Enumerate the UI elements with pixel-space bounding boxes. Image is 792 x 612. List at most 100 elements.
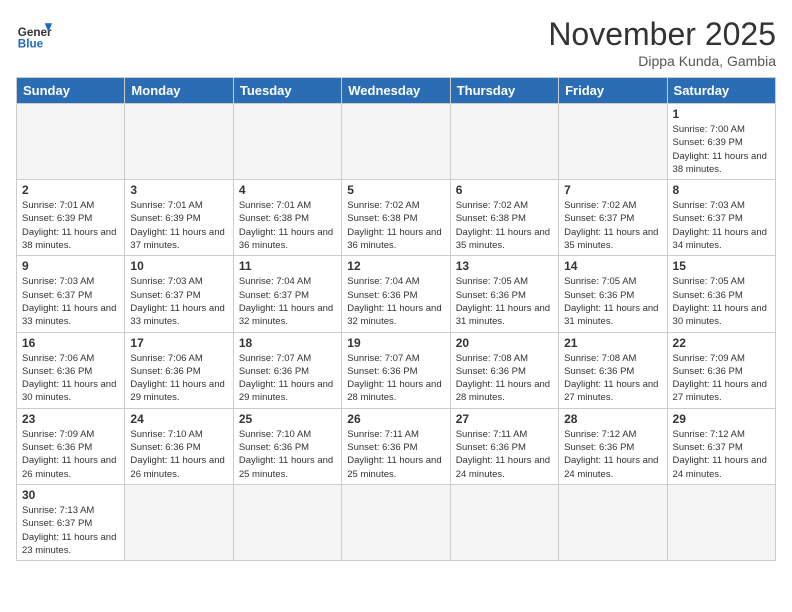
- day-number: 27: [456, 412, 553, 426]
- day-info: Sunrise: 7:10 AMSunset: 6:36 PMDaylight:…: [130, 428, 227, 481]
- table-row: 13 Sunrise: 7:05 AMSunset: 6:36 PMDayligh…: [450, 256, 558, 332]
- day-info: Sunrise: 7:11 AMSunset: 6:36 PMDaylight:…: [456, 428, 553, 481]
- table-row: [17, 104, 125, 180]
- table-row: [125, 484, 233, 560]
- table-row: [342, 484, 450, 560]
- table-row: 10Sunrise: 7:03 AMSunset: 6:37 PMDayligh…: [125, 256, 233, 332]
- header-saturday: Saturday: [667, 78, 775, 104]
- table-row: [125, 104, 233, 180]
- day-info: Sunrise: 7:07 AMSunset: 6:36 PMDaylight:…: [239, 352, 336, 405]
- table-row: 20 Sunrise: 7:08 AMSunset: 6:36 PMDayligh…: [450, 332, 558, 408]
- day-number: 15: [673, 259, 770, 273]
- day-number: 3: [130, 183, 227, 197]
- day-info: Sunrise: 7:02 AMSunset: 6:37 PMDaylight:…: [564, 199, 661, 252]
- day-number: 12: [347, 259, 444, 273]
- table-row: 25 Sunrise: 7:10 AMSunset: 6:36 PMDayligh…: [233, 408, 341, 484]
- table-row: 21 Sunrise: 7:08 AMSunset: 6:36 PMDayligh…: [559, 332, 667, 408]
- day-info: Sunrise: 7:12 AMSunset: 6:36 PMDaylight:…: [564, 428, 661, 481]
- day-number: 26: [347, 412, 444, 426]
- day-info: Sunrise: 7:05 AMSunset: 6:36 PMDaylight:…: [673, 275, 770, 328]
- table-row: 6 Sunrise: 7:02 AMSunset: 6:38 PMDaylight…: [450, 180, 558, 256]
- table-row: 3 Sunrise: 7:01 AMSunset: 6:39 PMDaylight…: [125, 180, 233, 256]
- table-row: 2Sunrise: 7:01 AMSunset: 6:39 PMDaylight…: [17, 180, 125, 256]
- day-info: Sunrise: 7:03 AMSunset: 6:37 PMDaylight:…: [673, 199, 770, 252]
- table-row: [450, 484, 558, 560]
- table-row: [233, 484, 341, 560]
- title-block: November 2025 Dippa Kunda, Gambia: [548, 16, 776, 69]
- table-row: 27 Sunrise: 7:11 AMSunset: 6:36 PMDayligh…: [450, 408, 558, 484]
- day-number: 5: [347, 183, 444, 197]
- table-row: 30Sunrise: 7:13 AMSunset: 6:37 PMDayligh…: [17, 484, 125, 560]
- table-row: 9Sunrise: 7:03 AMSunset: 6:37 PMDaylight…: [17, 256, 125, 332]
- day-number: 4: [239, 183, 336, 197]
- day-number: 17: [130, 336, 227, 350]
- day-number: 29: [673, 412, 770, 426]
- day-number: 21: [564, 336, 661, 350]
- day-number: 18: [239, 336, 336, 350]
- day-number: 9: [22, 259, 119, 273]
- table-row: [559, 104, 667, 180]
- day-info: Sunrise: 7:04 AMSunset: 6:37 PMDaylight:…: [239, 275, 336, 328]
- day-info: Sunrise: 7:09 AMSunset: 6:36 PMDaylight:…: [22, 428, 119, 481]
- logo-icon: General Blue: [16, 16, 52, 52]
- table-row: 4Sunrise: 7:01 AMSunset: 6:38 PMDaylight…: [233, 180, 341, 256]
- header-thursday: Thursday: [450, 78, 558, 104]
- day-number: 20: [456, 336, 553, 350]
- table-row: 29 Sunrise: 7:12 AMSunset: 6:37 PMDayligh…: [667, 408, 775, 484]
- table-row: 11 Sunrise: 7:04 AMSunset: 6:37 PMDayligh…: [233, 256, 341, 332]
- day-number: 2: [22, 183, 119, 197]
- table-row: 18 Sunrise: 7:07 AMSunset: 6:36 PMDayligh…: [233, 332, 341, 408]
- day-number: 28: [564, 412, 661, 426]
- table-row: [667, 484, 775, 560]
- day-number: 8: [673, 183, 770, 197]
- day-info: Sunrise: 7:07 AMSunset: 6:36 PMDaylight:…: [347, 352, 444, 405]
- day-info: Sunrise: 7:06 AMSunset: 6:36 PMDaylight:…: [130, 352, 227, 405]
- day-info: Sunrise: 7:09 AMSunset: 6:36 PMDaylight:…: [673, 352, 770, 405]
- table-row: 1 Sunrise: 7:00 AMSunset: 6:39 PMDaylight…: [667, 104, 775, 180]
- table-row: 17 Sunrise: 7:06 AMSunset: 6:36 PMDayligh…: [125, 332, 233, 408]
- table-row: 12 Sunrise: 7:04 AMSunset: 6:36 PMDayligh…: [342, 256, 450, 332]
- table-row: [342, 104, 450, 180]
- table-row: 26Sunrise: 7:11 AMSunset: 6:36 PMDayligh…: [342, 408, 450, 484]
- day-info: Sunrise: 7:08 AMSunset: 6:36 PMDaylight:…: [564, 352, 661, 405]
- day-info: Sunrise: 7:01 AMSunset: 6:39 PMDaylight:…: [130, 199, 227, 252]
- day-number: 1: [673, 107, 770, 121]
- day-info: Sunrise: 7:00 AMSunset: 6:39 PMDaylight:…: [673, 123, 770, 176]
- location: Dippa Kunda, Gambia: [548, 53, 776, 69]
- logo: General Blue: [16, 16, 52, 52]
- table-row: 23 Sunrise: 7:09 AMSunset: 6:36 PMDayligh…: [17, 408, 125, 484]
- day-info: Sunrise: 7:03 AMSunset: 6:37 PMDaylight:…: [130, 275, 227, 328]
- table-row: 8 Sunrise: 7:03 AMSunset: 6:37 PMDaylight…: [667, 180, 775, 256]
- month-title: November 2025: [548, 16, 776, 53]
- weekday-header-row: Sunday Monday Tuesday Wednesday Thursday…: [17, 78, 776, 104]
- day-info: Sunrise: 7:10 AMSunset: 6:36 PMDaylight:…: [239, 428, 336, 481]
- page-header: General Blue November 2025 Dippa Kunda, …: [16, 16, 776, 69]
- day-number: 6: [456, 183, 553, 197]
- day-number: 11: [239, 259, 336, 273]
- header-monday: Monday: [125, 78, 233, 104]
- table-row: 24 Sunrise: 7:10 AMSunset: 6:36 PMDayligh…: [125, 408, 233, 484]
- header-sunday: Sunday: [17, 78, 125, 104]
- header-wednesday: Wednesday: [342, 78, 450, 104]
- day-number: 13: [456, 259, 553, 273]
- day-info: Sunrise: 7:05 AMSunset: 6:36 PMDaylight:…: [564, 275, 661, 328]
- svg-text:Blue: Blue: [18, 38, 44, 51]
- day-info: Sunrise: 7:05 AMSunset: 6:36 PMDaylight:…: [456, 275, 553, 328]
- table-row: [450, 104, 558, 180]
- day-info: Sunrise: 7:02 AMSunset: 6:38 PMDaylight:…: [347, 199, 444, 252]
- day-number: 25: [239, 412, 336, 426]
- day-info: Sunrise: 7:02 AMSunset: 6:38 PMDaylight:…: [456, 199, 553, 252]
- day-number: 30: [22, 488, 119, 502]
- header-tuesday: Tuesday: [233, 78, 341, 104]
- day-info: Sunrise: 7:06 AMSunset: 6:36 PMDaylight:…: [22, 352, 119, 405]
- table-row: 22Sunrise: 7:09 AMSunset: 6:36 PMDayligh…: [667, 332, 775, 408]
- day-info: Sunrise: 7:04 AMSunset: 6:36 PMDaylight:…: [347, 275, 444, 328]
- day-number: 23: [22, 412, 119, 426]
- day-info: Sunrise: 7:12 AMSunset: 6:37 PMDaylight:…: [673, 428, 770, 481]
- table-row: [233, 104, 341, 180]
- table-row: [559, 484, 667, 560]
- day-number: 14: [564, 259, 661, 273]
- day-number: 24: [130, 412, 227, 426]
- day-number: 16: [22, 336, 119, 350]
- day-info: Sunrise: 7:08 AMSunset: 6:36 PMDaylight:…: [456, 352, 553, 405]
